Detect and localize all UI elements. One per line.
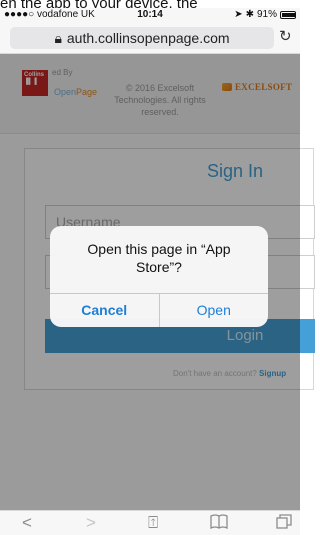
reload-icon[interactable]: ↻ <box>279 29 293 45</box>
back-icon[interactable]: < <box>22 514 32 532</box>
location-icon: ➤ <box>234 9 243 20</box>
status-right: ➤ ✱ 91% <box>234 9 296 20</box>
forward-icon[interactable]: > <box>86 514 96 532</box>
open-button[interactable]: Open <box>160 294 269 327</box>
cancel-button[interactable]: Cancel <box>50 294 160 327</box>
share-icon[interactable]: ⍐ <box>148 514 158 532</box>
app-banner-text[interactable]: en the app to your device, the <box>0 0 300 8</box>
battery-icon <box>280 10 296 19</box>
dialog-buttons: Cancel Open <box>50 293 268 327</box>
bluetooth-icon: ✱ <box>245 9 254 20</box>
tabs-icon[interactable] <box>276 514 292 534</box>
url-text: auth.collinsopenpage.com <box>66 30 230 46</box>
bookmarks-icon[interactable] <box>210 514 228 534</box>
url-field[interactable]: 🔒︎ auth.collinsopenpage.com <box>10 27 274 49</box>
browser-address-bar: 🔒︎ auth.collinsopenpage.com ↻ <box>0 22 300 54</box>
battery-percent: 91% <box>256 9 277 20</box>
open-in-app-dialog: Open this page in “App Store”? Cancel Op… <box>50 226 268 327</box>
status-bar: ●●●●○ vodafone UK 10:14 ➤ ✱ 91% <box>0 8 300 22</box>
lock-icon: 🔒︎ <box>54 29 62 46</box>
browser-toolbar: < > ⍐ <box>0 510 300 535</box>
dialog-message: Open this page in “App Store”? <box>87 241 231 275</box>
